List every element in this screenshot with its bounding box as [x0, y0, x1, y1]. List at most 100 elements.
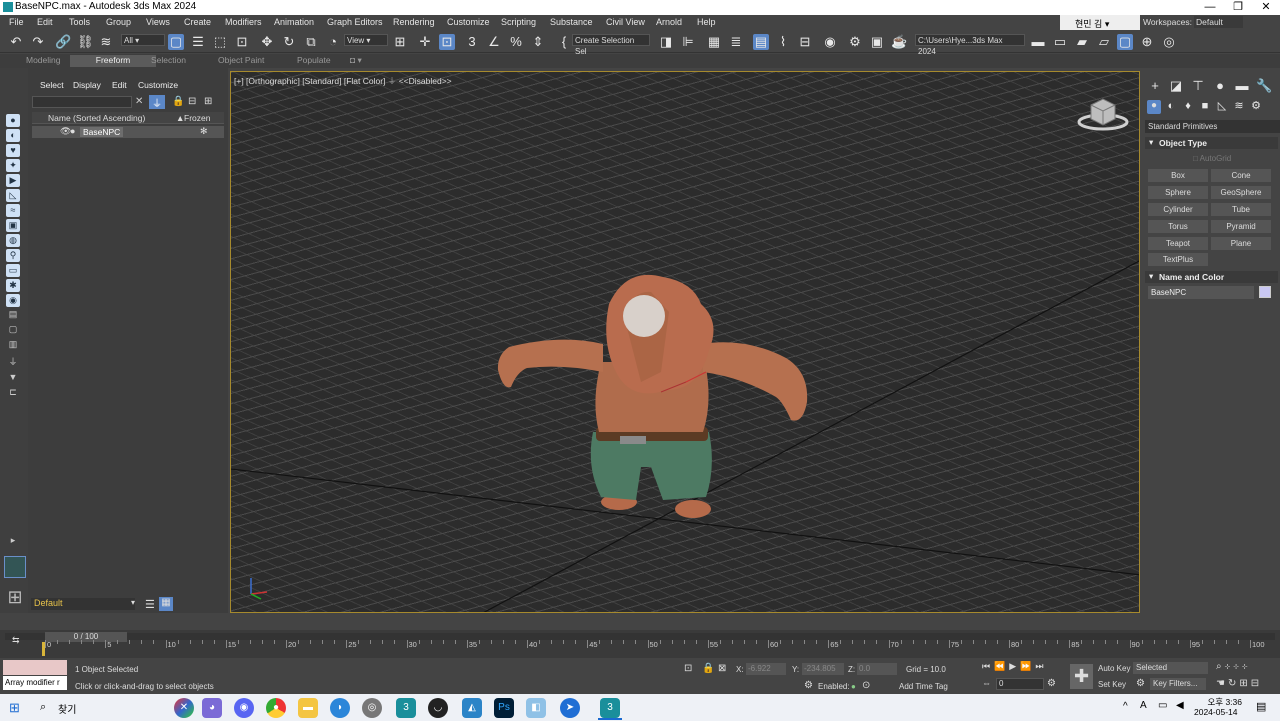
zoom-icons[interactable]: ⌕⊹⊹⊹ — [1216, 661, 1251, 672]
3dsmax-icon-2[interactable]: 3 — [600, 698, 620, 718]
z-coord-field[interactable]: 0.0 — [857, 663, 897, 675]
object-type-rollout[interactable]: Object Type — [1145, 137, 1278, 149]
menu-rendering[interactable]: Rendering — [393, 17, 435, 27]
key-filters-button[interactable]: Key Filters... — [1150, 678, 1206, 690]
transform-mode-icon[interactable]: ⊠ — [718, 663, 726, 674]
primitive-type-dropdown[interactable]: Standard Primitives — [1145, 120, 1280, 133]
project-icon[interactable]: ▰ — [1074, 34, 1090, 50]
chrome-icon[interactable]: ● — [266, 698, 286, 718]
photoshop-icon[interactable]: Ps — [494, 698, 514, 718]
viewport-layout-icon[interactable]: ▢ — [1117, 34, 1133, 50]
tube-button[interactable]: Tube — [1211, 203, 1271, 216]
edit-named-sel-icon[interactable]: { — [556, 34, 572, 50]
adaptive-degradation-icon[interactable]: ⚙ — [804, 680, 813, 691]
clear-search-icon[interactable]: ✕ — [135, 96, 143, 107]
isolate-icon[interactable]: ⊡ — [684, 663, 692, 674]
display-xrefs-icon[interactable]: ◍ — [6, 234, 20, 247]
pivot-icon[interactable]: ⊞ — [392, 34, 408, 50]
percent-snap-icon[interactable]: % — [508, 34, 524, 50]
geometry-category-icon[interactable]: ● — [1147, 100, 1161, 114]
motion-tab-icon[interactable]: ● — [1212, 78, 1228, 94]
menu-create[interactable]: Create — [184, 17, 211, 27]
link-icon[interactable]: 🔗 — [55, 34, 71, 50]
layer-dropdown-arrow-icon[interactable]: ▾ — [131, 598, 135, 607]
viewport[interactable]: [+] [Orthographic] [Standard] [Flat Colo… — [230, 71, 1140, 613]
hierarchy-icon[interactable]: ⊟ — [188, 96, 196, 107]
playback-controls[interactable]: ⏮⏪▶⏩⏭ — [982, 661, 1048, 672]
sort-by-layer-icon[interactable]: ⊞ — [4, 586, 26, 608]
display-frozen-icon[interactable]: ✱ — [6, 279, 20, 292]
clock-date[interactable]: 2024-05-14 — [1194, 707, 1237, 717]
undo-icon[interactable]: ↶ — [8, 34, 24, 50]
box-button[interactable]: Box — [1148, 169, 1208, 182]
close-button[interactable]: ✕ — [1252, 0, 1280, 15]
sphere-button[interactable]: Sphere — [1148, 186, 1208, 199]
curve-editor-icon[interactable]: ⌇ — [775, 34, 791, 50]
menu-substance[interactable]: Substance — [550, 17, 593, 27]
bind-spacewarp-icon[interactable]: ≋ — [98, 34, 114, 50]
place-icon[interactable]: ◔ — [325, 34, 341, 50]
current-layer-dropdown[interactable]: Default — [31, 598, 135, 610]
timeline-toggle-icon[interactable]: ⇆ — [12, 635, 20, 646]
rect-selection-icon[interactable]: ⬚ — [212, 34, 228, 50]
scene-menu-edit[interactable]: Edit — [112, 80, 127, 90]
current-frame-field[interactable]: 0 — [996, 678, 1044, 690]
tab-modeling[interactable]: Modeling — [20, 55, 67, 67]
tray-chevron-icon[interactable]: ^ — [1123, 701, 1128, 712]
menu-views[interactable]: Views — [146, 17, 170, 27]
notification-icon[interactable]: ▤ — [1256, 700, 1266, 713]
add-time-tag[interactable]: Add Time Tag — [899, 682, 948, 691]
render-icon[interactable]: ☕ — [891, 34, 907, 50]
shapes-category-icon[interactable]: ◐ — [1163, 98, 1179, 114]
display-dependents-icon[interactable]: ▥ — [6, 338, 20, 351]
systems-category-icon[interactable]: ⚙ — [1248, 98, 1264, 114]
taskbar-search-label[interactable]: 찾기 — [58, 701, 76, 716]
set-key-big-icon[interactable]: ✚ — [1070, 664, 1093, 689]
y-coord-field[interactable]: -234.805 — [802, 663, 844, 675]
filter-toggle-icon[interactable]: ⏚ — [149, 95, 165, 110]
search-icon[interactable]: ⌕ — [40, 701, 46, 714]
layer-explorer-icon[interactable]: ▦ — [159, 597, 173, 611]
modify-tab-icon[interactable]: ◪ — [1168, 78, 1184, 94]
material-editor-icon[interactable]: ◉ — [822, 34, 838, 50]
utilities-tab-icon[interactable]: 🔧 — [1256, 78, 1272, 94]
time-slider-track[interactable] — [5, 633, 1275, 640]
display-spacewarps-icon[interactable]: ≈ — [6, 204, 20, 217]
pyramid-button[interactable]: Pyramid — [1211, 220, 1271, 233]
create-tab-icon[interactable]: + — [1147, 78, 1163, 94]
menu-arnold[interactable]: Arnold — [656, 17, 682, 27]
schematic-view-icon[interactable]: ⊟ — [797, 34, 813, 50]
tab-object-paint[interactable]: Object Paint — [212, 55, 270, 67]
select-by-name-icon[interactable]: ☰ — [190, 34, 206, 50]
substance-icon[interactable]: ◡ — [428, 698, 448, 718]
track-bar-ruler[interactable]: 0 5 10 15 20 25 30 35 40 45 50 55 60 65 70 75 80 85 90 95 10… — [45, 640, 1265, 650]
character-app-icon[interactable]: ◕ — [202, 698, 222, 718]
tab-freeform[interactable]: Freeform — [70, 55, 156, 67]
menu-customize[interactable]: Customize — [447, 17, 490, 27]
scale-icon[interactable]: ⧉ — [303, 34, 319, 50]
scene-explorer-toggle-icon[interactable]: ▦ — [706, 34, 722, 50]
scene-menu-customize[interactable]: Customize — [138, 80, 178, 90]
hierarchy-tab-icon[interactable]: ⊤ — [1190, 78, 1206, 94]
display-cameras-icon[interactable]: ▶ — [6, 174, 20, 187]
menu-animation[interactable]: Animation — [274, 17, 314, 27]
filter-icon[interactable]: ⏚ — [6, 356, 20, 369]
windows-start-icon[interactable]: ⊞ — [9, 700, 20, 716]
photos-icon[interactable]: ◭ — [462, 698, 482, 718]
display-geometry-icon[interactable]: ◐ — [6, 129, 20, 142]
redo-icon[interactable]: ↷ — [30, 34, 46, 50]
maxscript-listener[interactable] — [3, 660, 67, 675]
tab-selection[interactable]: Selection — [145, 55, 192, 67]
project-path-dropdown[interactable]: C:\Users\Hye...3ds Max 2024 — [915, 34, 1025, 56]
menu-scripting[interactable]: Scripting — [501, 17, 536, 27]
maxscript-input[interactable]: Array modifier r — [3, 676, 67, 690]
column-name[interactable]: Name (Sorted Ascending) — [48, 113, 145, 123]
vscode-icon[interactable]: ◗ — [330, 698, 350, 718]
explorer-type-icon[interactable]: ⊏ — [6, 386, 20, 399]
helpers-category-icon[interactable]: ◺ — [1214, 98, 1230, 114]
pan-orbit-icons[interactable]: ☚↻⊞⊟ — [1216, 678, 1262, 689]
scene-menu-select[interactable]: Select — [40, 80, 64, 90]
scene-object-name[interactable]: BaseNPC — [80, 127, 124, 137]
workspace-selector[interactable]: Workspaces: Default — [1143, 16, 1243, 28]
selection-filter-dropdown[interactable]: All ▾ — [121, 34, 165, 46]
